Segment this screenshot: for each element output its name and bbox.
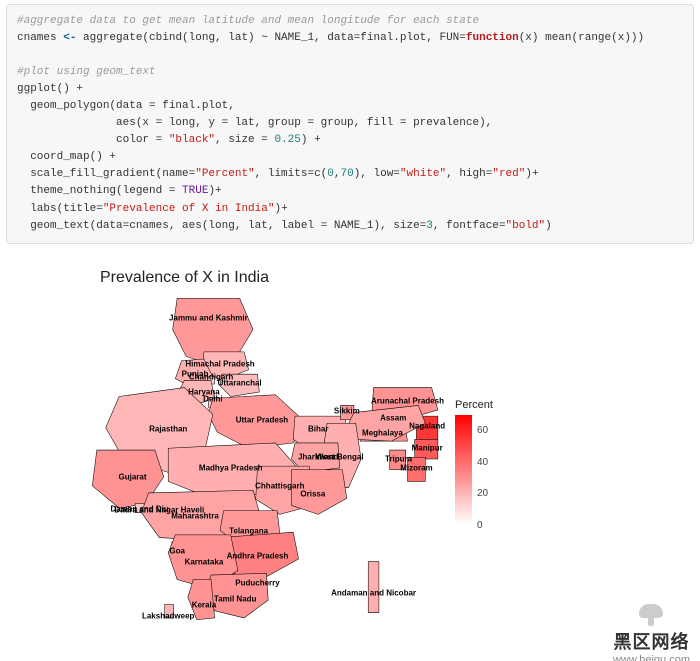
code-operator: <- bbox=[63, 32, 76, 44]
legend-tick: 40 bbox=[477, 458, 488, 468]
code-text: ) + bbox=[301, 134, 321, 146]
watermark-url: www.heiqu.com bbox=[613, 654, 690, 661]
map-svg bbox=[70, 274, 445, 644]
code-text: theme_nothing(legend = bbox=[17, 185, 182, 197]
code-block: #aggregate data to get mean latitude and… bbox=[6, 4, 694, 244]
code-text: , bbox=[334, 168, 341, 180]
code-number: 70 bbox=[341, 168, 354, 180]
watermark: 黑区网络 www.heiqu.com bbox=[613, 602, 690, 661]
code-text: cnames bbox=[17, 32, 63, 44]
legend: Percent 0204060 bbox=[455, 399, 525, 525]
code-comment: #aggregate data to get mean latitude and… bbox=[17, 15, 479, 27]
code-keyword: function bbox=[466, 32, 519, 44]
code-number: 0.25 bbox=[274, 134, 300, 146]
legend-tick: 60 bbox=[477, 426, 488, 436]
legend-tick: 20 bbox=[477, 489, 488, 499]
state-poly-manipur bbox=[415, 439, 438, 459]
state-poly-kerala bbox=[188, 579, 215, 619]
code-text: scale_fill_gradient(name= bbox=[17, 168, 195, 180]
mushroom-icon bbox=[637, 602, 665, 626]
code-const: TRUE bbox=[182, 185, 208, 197]
state-poly-assam bbox=[349, 405, 426, 441]
legend-tick: 0 bbox=[477, 521, 483, 531]
code-number: 0 bbox=[327, 168, 334, 180]
state-poly-andaman-and-nicobar bbox=[368, 561, 379, 612]
code-text: ) bbox=[545, 220, 552, 232]
figure-area: Prevalence of X in India Jammu and Kashm… bbox=[0, 244, 700, 661]
state-poly-mizoram bbox=[408, 457, 426, 481]
code-text: ), low= bbox=[354, 168, 400, 180]
code-text: coord_map() + bbox=[17, 151, 116, 163]
india-map: Jammu and KashmirHimachal PradeshPunjabC… bbox=[70, 274, 445, 644]
code-number: 3 bbox=[426, 220, 433, 232]
legend-colorbar bbox=[455, 415, 472, 525]
state-poly-orissa bbox=[291, 469, 346, 514]
code-string: "Percent" bbox=[195, 168, 254, 180]
code-text: , high= bbox=[446, 168, 492, 180]
state-poly-lakshadweep bbox=[165, 604, 174, 617]
code-text: )+ bbox=[525, 168, 538, 180]
code-text: aggregate(cbind(long, lat) ~ NAME_1, dat… bbox=[76, 32, 465, 44]
code-text: , fontface= bbox=[433, 220, 506, 232]
code-text: geom_polygon(data = final.plot, bbox=[17, 100, 235, 112]
code-comment: #plot using geom_text bbox=[17, 66, 156, 78]
code-text: , limits=c( bbox=[255, 168, 328, 180]
code-text: )+ bbox=[208, 185, 221, 197]
code-text: )+ bbox=[274, 203, 287, 215]
code-text: geom_text(data=cnames, aes(long, lat, la… bbox=[17, 220, 426, 232]
code-text: color = bbox=[17, 134, 169, 146]
code-text: , size = bbox=[215, 134, 274, 146]
code-text: (x) mean(range(x))) bbox=[519, 32, 644, 44]
code-string: "black" bbox=[169, 134, 215, 146]
legend-title: Percent bbox=[455, 399, 525, 411]
state-poly-uttar-pradesh bbox=[208, 394, 306, 448]
code-text: aes(x = long, y = lat, group = group, fi… bbox=[17, 117, 492, 129]
code-text: labs(title= bbox=[17, 203, 103, 215]
code-string: "Prevalence of X in India" bbox=[103, 203, 275, 215]
state-poly-tamil-nadu bbox=[206, 573, 269, 618]
state-poly-uttaranchal bbox=[220, 374, 259, 396]
code-string: "red" bbox=[492, 168, 525, 180]
watermark-brand: 黑区网络 bbox=[613, 628, 690, 654]
code-string: "bold" bbox=[506, 220, 546, 232]
code-string: "white" bbox=[400, 168, 446, 180]
code-text: ggplot() + bbox=[17, 83, 83, 95]
state-poly-tripura bbox=[390, 450, 406, 470]
